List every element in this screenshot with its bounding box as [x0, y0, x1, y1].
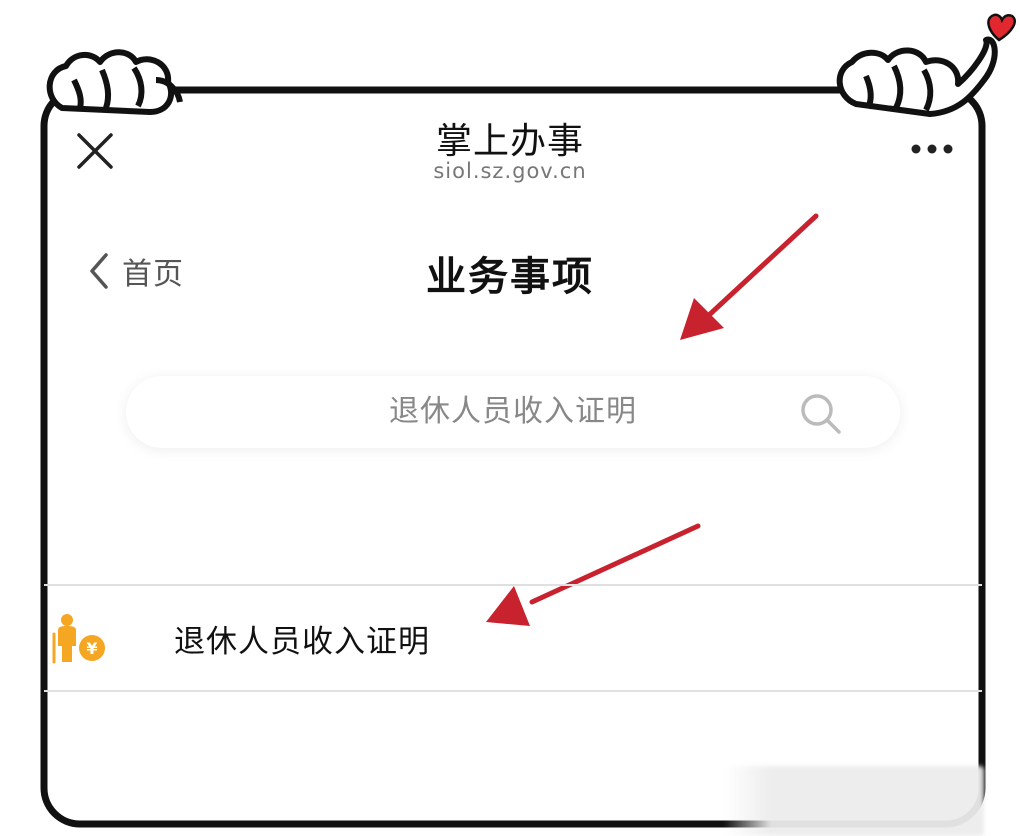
retiree-income-icon: ¥	[52, 614, 105, 664]
screenshot-stage: 掌上办事 siol.sz.gov.cn 首页 业务事项 退休人员收入证明 ¥ 退…	[0, 0, 1020, 836]
list-item[interactable]: ¥ 退休人员收入证明	[44, 586, 982, 692]
search-input[interactable]: 退休人员收入证明	[126, 376, 900, 448]
list-item-label: 退休人员收入证明	[174, 624, 430, 660]
page-title: 业务事项	[426, 254, 594, 300]
app-title: 掌上办事	[435, 121, 584, 162]
search-icon[interactable]	[798, 391, 844, 437]
left-hand-decoration	[46, 49, 183, 115]
more-icon	[911, 144, 953, 154]
app-domain: siol.sz.gov.cn	[433, 159, 587, 183]
blurred-watermark	[724, 766, 984, 836]
list-divider-bottom	[44, 690, 982, 692]
heart-decoration	[987, 13, 1016, 42]
svg-text:¥: ¥	[86, 639, 97, 658]
more-options-button[interactable]	[906, 139, 958, 159]
search-query-text: 退休人员收入证明	[389, 394, 637, 429]
